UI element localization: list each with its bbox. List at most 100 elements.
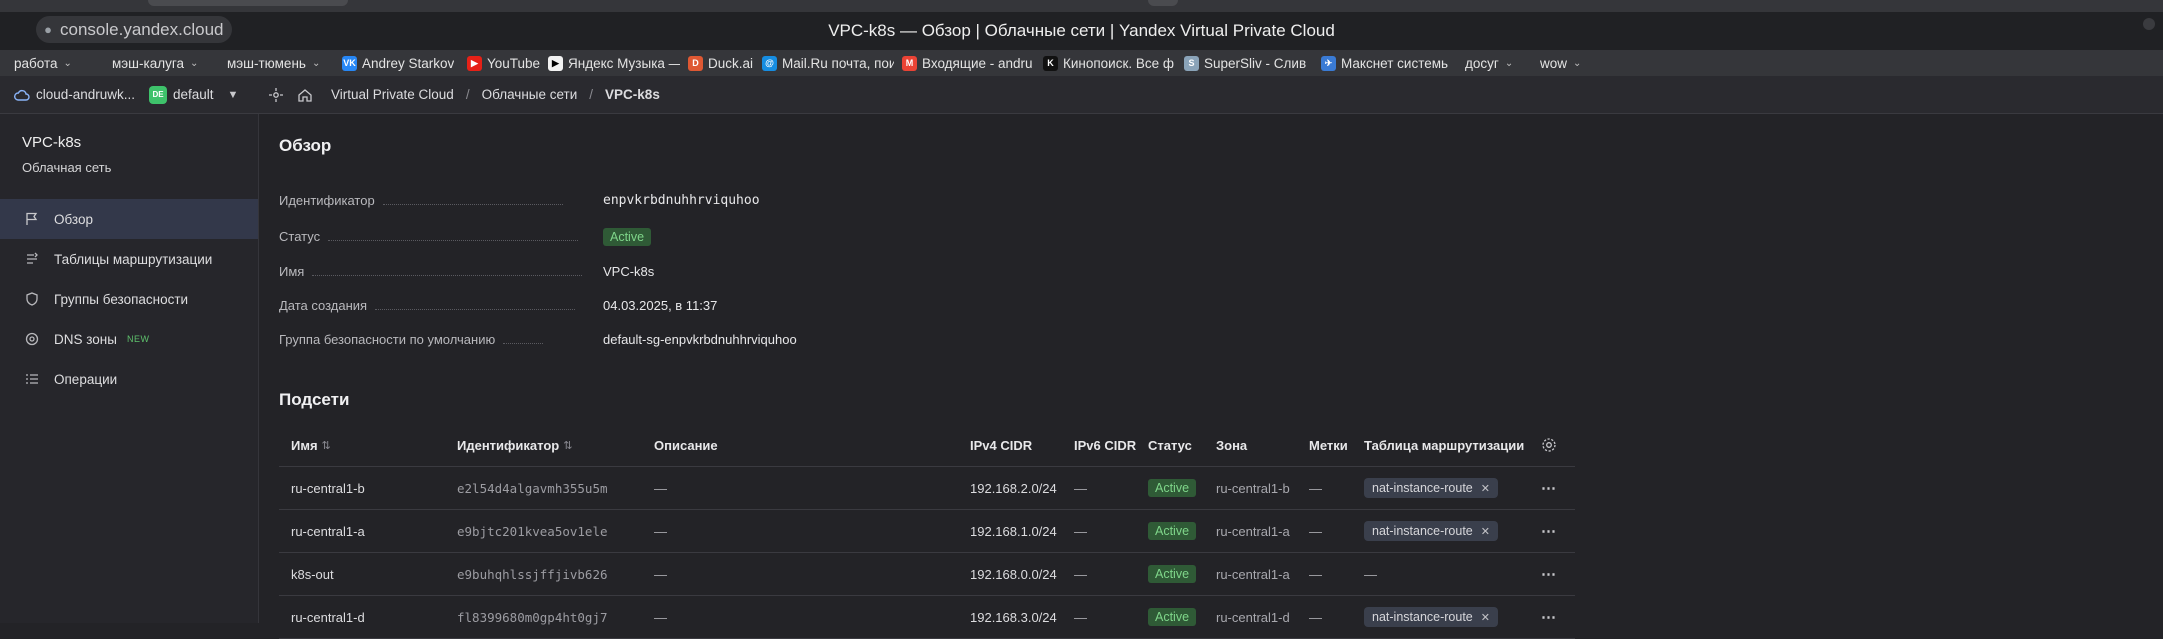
bookmark-item[interactable]: ▶ YouTube [467,50,540,76]
browser-tab-strip [0,0,2163,12]
default-security-group-link[interactable]: default-sg-enpvkrbdnuhhrviquhoo [603,332,797,347]
table-settings-icon[interactable] [1541,424,1557,466]
bookmark-item[interactable]: ✈ Макснет системь [1321,50,1448,76]
route-table-label: nat-instance-route [1372,481,1473,495]
sidebar-item-operations[interactable]: Операции [0,359,258,399]
services-icon[interactable] [268,76,284,113]
table-row[interactable]: k8s-out e9buhqhlssjffjivb626 — 192.168.0.0/… [279,553,1575,596]
browser-tab[interactable] [1148,0,1178,6]
bookmark-item[interactable]: мэш-калуга ⌄ [112,50,198,76]
sidebar-item-route-tables[interactable]: Таблицы маршрутизации [0,239,258,279]
network-id-value[interactable]: enpvkrbdnuhhrviquhoo [603,193,760,208]
profile-icon[interactable] [2143,18,2155,30]
youtube-icon: ▶ [467,55,482,71]
table-row[interactable]: ru-central1-d fl8399680m0gp4ht0gj7 — 192.16… [279,596,1575,639]
sidebar-item-dns-zones[interactable]: DNS зоны NEW [0,319,258,359]
more-actions-icon[interactable]: ⋯ [1541,565,1557,583]
bookmark-label: YouTube [487,55,541,71]
bookmark-item[interactable]: досуг ⌄ [1465,50,1513,76]
column-header-labels: Метки [1309,437,1348,453]
subnets-table: Имя ⇅ Идентификатор ⇅ Описание IPv4 CIDR I… [279,424,1575,639]
breadcrumb-item[interactable]: Virtual Private Cloud [331,87,454,102]
table-row[interactable]: ru-central1-a e9bjtc201kvea5ov1ele — 192.16… [279,510,1575,553]
property-leader [312,274,583,276]
property-label: Идентификатор [279,192,375,208]
sidebar-item-overview[interactable]: Обзор [0,199,258,239]
subnet-labels: — [1309,609,1322,625]
bookmark-item[interactable]: ▶ Яндекс Музыка — [548,50,680,76]
column-header-description: Описание [654,437,718,453]
property-name: Имя VPC-k8s [279,261,849,281]
more-actions-icon[interactable]: ⋯ [1541,608,1557,626]
bookmark-item[interactable]: VK Andrey Starkov [342,50,454,76]
bookmark-item[interactable]: S SuperSliv - Слив [1184,50,1306,76]
console-header: cloud-andruwk... DE default ▼ Virtual Pr… [0,76,2163,114]
property-id: Идентификатор enpvkrbdnuhhrviquhoo [279,190,849,210]
chevron-down-icon: ▼ [227,88,239,101]
sort-icon: ⇅ [563,439,573,452]
route-table-tag[interactable]: nat-instance-route ✕ [1364,478,1498,498]
bookmark-item[interactable]: M Входящие - andru [902,50,1033,76]
route-table-tag[interactable]: nat-instance-route ✕ [1364,521,1498,541]
bookmark-item[interactable]: wow ⌄ [1540,50,1581,76]
table-row[interactable]: ru-central1-b e2l54d4algavmh355u5m — 192.16… [279,467,1575,510]
property-leader [328,239,579,241]
column-header-name[interactable]: Имя ⇅ [291,424,331,466]
breadcrumb-item[interactable]: Облачные сети [482,87,578,102]
folder-selector[interactable]: DE default ▼ [149,76,238,113]
bookmark-item[interactable]: K Кинопоиск. Все ф [1043,50,1174,76]
shield-icon [24,291,40,307]
subnet-ipv4: 192.168.2.0/24 [970,480,1057,496]
subnet-zone: ru-central1-b [1216,480,1290,496]
kinopoisk-icon: K [1043,55,1058,71]
sidebar: VPC-k8s Облачная сеть Обзор Таблицы марш… [0,114,259,623]
bookmark-label: SuperSliv - Слив [1204,55,1307,71]
subnets-heading: Подсети [279,390,350,409]
property-leader [382,203,563,205]
dns-icon [24,331,40,347]
cloud-selector[interactable]: cloud-andruwk... [14,76,135,113]
status-badge: Active [1148,565,1197,583]
subnet-name: k8s-out [291,566,334,582]
subnet-description: — [654,609,667,625]
sidebar-subtitle: Облачная сеть [22,160,112,175]
column-header-id[interactable]: Идентификатор ⇅ [457,424,572,466]
bookmark-item[interactable]: работа ⌄ [14,50,72,76]
bookmarks-bar: работа ⌄ мэш-калуга ⌄ мэш-тюмень ⌄ VK Andrey St… [0,50,2163,76]
bookmark-item[interactable]: мэш-тюмень ⌄ [227,50,320,76]
subnet-id: e2l54d4algavmh355u5m [457,480,608,496]
subnet-ipv6: — [1074,566,1087,582]
column-header-ipv4: IPv4 CIDR [970,437,1033,453]
close-icon[interactable]: ✕ [1481,525,1490,538]
close-icon[interactable]: ✕ [1481,611,1490,624]
sidebar-item-security-groups[interactable]: Группы безопасности [0,279,258,319]
cloud-icon [14,89,30,101]
subnet-labels: — [1309,566,1322,582]
operations-list-icon [24,371,40,387]
close-icon[interactable]: ✕ [1481,482,1490,495]
subnet-ipv6: — [1074,523,1087,539]
sidebar-item-label: Таблицы маршрутизации [54,251,213,267]
bookmark-item[interactable]: D Duck.ai [688,50,753,76]
browser-tab[interactable] [148,0,348,6]
more-actions-icon[interactable]: ⋯ [1541,522,1557,540]
subnet-name: ru-central1-d [291,609,365,625]
mailru-icon: @ [762,55,777,71]
sidebar-title: VPC-k8s [22,134,82,151]
breadcrumb: Virtual Private Cloud / Облачные сети / … [331,76,660,113]
bookmark-item[interactable]: @ Mail.Ru почта, пои [762,50,894,76]
chevron-down-icon: ⌄ [63,57,72,69]
route-table-label: nat-instance-route [1372,610,1473,624]
gmail-icon: M [902,55,917,71]
route-table-tag[interactable]: nat-instance-route ✕ [1364,607,1498,627]
bookmark-label: работа [14,55,58,71]
subnet-ipv6: — [1074,609,1087,625]
subnet-id: e9bjtc201kvea5ov1ele [457,523,608,539]
subnet-id: fl8399680m0gp4ht0gj7 [457,609,608,625]
bookmark-label: Duck.ai [708,55,754,71]
more-actions-icon[interactable]: ⋯ [1541,479,1557,497]
status-badge: Active [1148,608,1197,626]
route-table-empty: — [1364,566,1377,582]
home-icon[interactable] [297,76,313,113]
bookmark-label: Кинопоиск. Все ф [1063,55,1175,71]
